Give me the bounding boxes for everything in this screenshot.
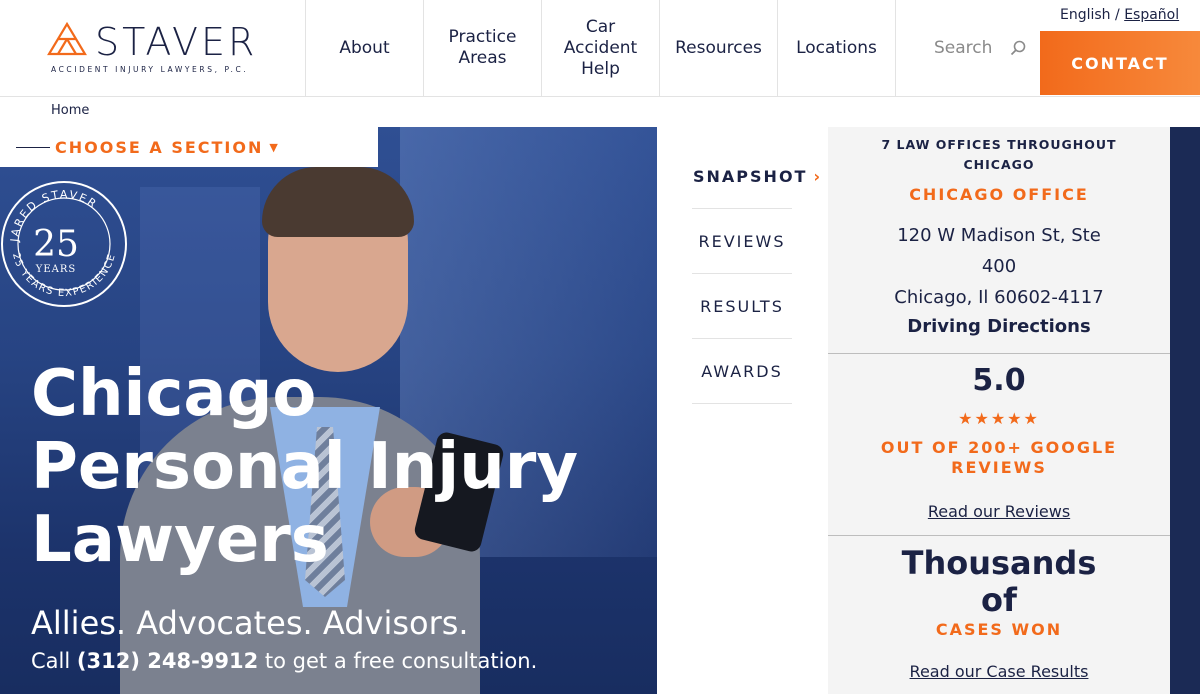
- awards-tab[interactable]: AWARDS: [692, 339, 792, 404]
- read-reviews-link[interactable]: Read our Reviews: [928, 502, 1070, 521]
- snapshot-tab-label: SNAPSHOT: [693, 166, 808, 186]
- choose-section-label: CHOOSE A SECTION: [55, 137, 264, 157]
- 25-years-seal-icon: JARED STAVER 25 YEARS EXPERIENCE 25 YEAR…: [1, 181, 127, 307]
- reviews-count-label: OUT OF 200+ GOOGLE REVIEWS: [880, 438, 1118, 477]
- phone-number-link[interactable]: (312) 248-9912: [77, 649, 258, 673]
- lang-espanol-link[interactable]: Español: [1124, 7, 1179, 23]
- main-nav: About Practice Areas Car Accident Help R…: [305, 0, 1043, 96]
- nav-car-accident-help-label: Car Accident Help: [563, 16, 638, 79]
- nav-locations[interactable]: Locations: [777, 0, 895, 96]
- contact-button[interactable]: CONTACT: [1040, 31, 1200, 95]
- rating-score: 5.0: [972, 363, 1026, 398]
- hero-call-to-action: Call (312) 248-9912 to get a free consul…: [31, 649, 537, 673]
- language-switcher: English / Español: [1060, 7, 1179, 23]
- reviews-tab-label: REVIEWS: [698, 231, 786, 251]
- hero-tagline: Allies. Advocates. Advisors.: [31, 604, 469, 642]
- chevron-right-icon: ›: [813, 166, 823, 186]
- driving-directions-link[interactable]: Driving Directions: [828, 316, 1170, 337]
- site-header: STAVER ACCIDENT INJURY LAWYERS, P.C. Abo…: [0, 0, 1200, 97]
- nav-about[interactable]: About: [305, 0, 423, 96]
- results-tab-label: RESULTS: [700, 296, 784, 316]
- page-title: Chicago Personal Injury Lawyers: [31, 357, 579, 577]
- seal-number: 25: [33, 224, 79, 265]
- choose-section-dropdown[interactable]: CHOOSE A SECTION ▼: [0, 127, 378, 167]
- results-tab[interactable]: RESULTS: [692, 274, 792, 339]
- office-address: 120 W Madison St, Ste 400 Chicago, Il 60…: [894, 225, 1104, 308]
- awards-tab-label: AWARDS: [701, 361, 783, 381]
- logo-tagline: ACCIDENT INJURY LAWYERS, P.C.: [51, 65, 249, 74]
- nav-about-label: About: [339, 37, 390, 58]
- triangle-logo-icon: [47, 22, 87, 56]
- hero-photo-hair: [262, 167, 414, 237]
- right-edge-strip: [1170, 127, 1200, 694]
- nav-practice-areas-label: Practice Areas: [448, 27, 517, 68]
- search-box[interactable]: Search: [895, 0, 1043, 96]
- seal-years: YEARS: [35, 264, 77, 275]
- nav-practice-areas[interactable]: Practice Areas: [423, 0, 541, 96]
- search-icon[interactable]: [1010, 40, 1026, 56]
- nav-locations-label: Locations: [796, 37, 877, 58]
- snapshot-nav: SNAPSHOT › REVIEWS RESULTS AWARDS: [657, 127, 828, 694]
- cases-won-label: CASES WON: [935, 620, 1063, 639]
- nav-resources-label: Resources: [675, 37, 762, 58]
- rating-stars-icon: ★★★★★: [958, 409, 1040, 428]
- breadcrumb: Home: [51, 103, 89, 118]
- cases-headline: Thousands of: [901, 544, 1097, 619]
- snapshot-tab[interactable]: SNAPSHOT ›: [692, 144, 820, 209]
- lang-separator: /: [1110, 7, 1125, 23]
- lang-english[interactable]: English: [1060, 7, 1111, 23]
- divider: [828, 535, 1170, 536]
- section-line-divider: [16, 146, 50, 148]
- case-results-link-wrap: Read our Case Results: [828, 662, 1170, 681]
- office-info-panel: 7 LAW OFFICES THROUGHOUT CHICAGO CHICAGO…: [828, 127, 1170, 694]
- call-suffix: to get a free consultation.: [258, 649, 538, 673]
- search-input[interactable]: Search: [934, 38, 992, 58]
- nav-car-accident-help[interactable]: Car Accident Help: [541, 0, 659, 96]
- offices-count: 7 LAW OFFICES THROUGHOUT CHICAGO: [881, 137, 1117, 172]
- read-case-results-link[interactable]: Read our Case Results: [910, 662, 1089, 681]
- office-name: CHICAGO OFFICE: [909, 185, 1089, 204]
- staver-logo[interactable]: STAVER ACCIDENT INJURY LAWYERS, P.C.: [47, 18, 287, 78]
- reviews-tab[interactable]: REVIEWS: [692, 209, 792, 274]
- nav-resources[interactable]: Resources: [659, 0, 777, 96]
- breadcrumb-home[interactable]: Home: [51, 103, 89, 118]
- read-reviews-link-wrap: Read our Reviews: [828, 502, 1170, 521]
- logo-wordmark: STAVER: [95, 20, 258, 64]
- call-prefix: Call: [31, 649, 77, 673]
- caret-down-icon: ▼: [269, 140, 278, 154]
- divider: [828, 353, 1170, 354]
